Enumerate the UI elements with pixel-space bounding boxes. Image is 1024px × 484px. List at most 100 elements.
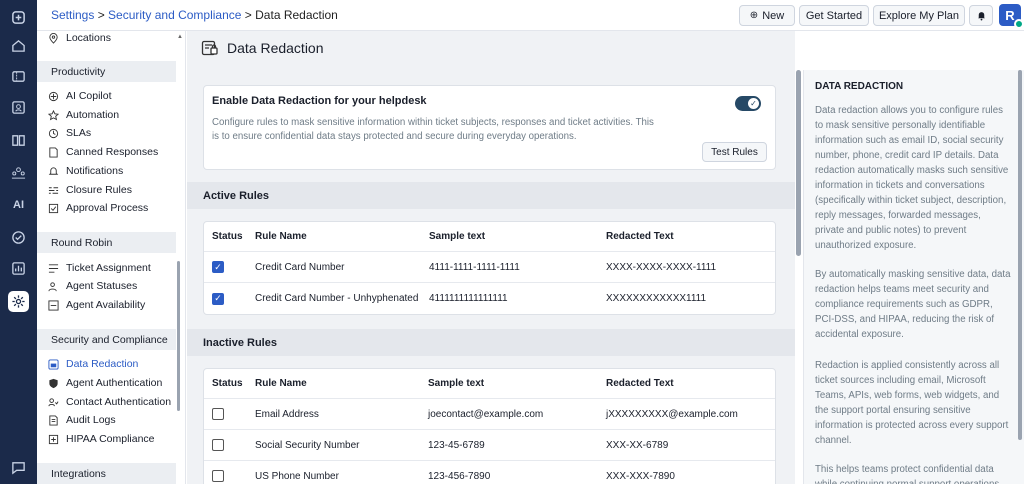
status-dot [1014, 19, 1024, 29]
sidebar-scrollbar[interactable] [177, 261, 180, 411]
ticket-icon[interactable] [8, 66, 29, 87]
breadcrumb-security[interactable]: Security and Compliance [108, 8, 241, 22]
rule-checkbox[interactable] [212, 439, 224, 451]
sidebar-item-ai-copilot[interactable]: AI Copilot [48, 88, 112, 104]
table-row: US Phone Number 123-456-7890 XXX-XXX-789… [204, 461, 775, 484]
sidebar-item-label: AI Copilot [66, 90, 112, 102]
help-paragraph: By automatically masking sensitive data,… [815, 269, 1011, 340]
sidebar-item-hipaa-compliance[interactable]: HIPAA Compliance [48, 431, 155, 447]
breadcrumb-separator: > [241, 8, 256, 22]
explore-plan-button[interactable]: Explore My Plan [873, 5, 965, 26]
bell-icon [977, 12, 985, 21]
rule-name: Credit Card Number - Unhyphenated [255, 293, 419, 304]
help-scrollbar[interactable] [1018, 70, 1022, 440]
section-title: Inactive Rules [203, 336, 277, 349]
table-header-row: Status Rule Name Sample text Redacted Te… [204, 222, 775, 252]
rule-checkbox[interactable] [212, 470, 224, 482]
rule-checkbox[interactable] [212, 408, 224, 420]
top-header: Settings > Security and Compliance > Dat… [37, 0, 1024, 31]
sidebar-item-closure-rules[interactable]: Closure Rules [48, 182, 132, 198]
card-title: Enable Data Redaction for your helpdesk [212, 95, 427, 107]
sidebar-item-label: Agent Availability [66, 299, 146, 311]
table-row: ✓ Credit Card Number - Unhyphenated 4111… [204, 283, 775, 314]
sidebar-item-slas[interactable]: SLAs [48, 125, 91, 141]
test-rules-button[interactable]: Test Rules [702, 142, 767, 162]
sidebar-item-approval-process[interactable]: Approval Process [48, 200, 148, 216]
rule-name: Email Address [255, 408, 319, 420]
test-rules-label: Test Rules [711, 146, 758, 158]
active-rules-table: Status Rule Name Sample text Redacted Te… [203, 221, 776, 315]
sample-text: 4111111111111111 [429, 293, 508, 304]
redacted-text: XXX-XX-6789 [606, 439, 669, 451]
rule-checkbox[interactable]: ✓ [212, 261, 224, 273]
new-button-label: New [762, 9, 785, 22]
bell-outline-icon [48, 166, 59, 177]
sidebar-item-label: HIPAA Compliance [66, 433, 155, 445]
sla-clock-icon [48, 128, 59, 139]
sidebar-item-canned-responses[interactable]: Canned Responses [48, 144, 158, 160]
knowledge-icon[interactable] [8, 130, 29, 151]
inactive-rules-header: Inactive Rules [187, 329, 795, 356]
breadcrumb-current: Data Redaction [255, 8, 338, 22]
logo-icon[interactable] [8, 7, 29, 28]
sidebar-item-contact-authentication[interactable]: Contact Authentication [48, 394, 171, 410]
contacts-icon[interactable] [8, 97, 29, 118]
sidebar-item-ticket-assignment[interactable]: Ticket Assignment [48, 260, 151, 276]
sidebar-item-agent-availability[interactable]: Agent Availability [48, 297, 145, 313]
plus-circle-icon: ⊕ [749, 10, 759, 21]
get-started-button[interactable]: Get Started [799, 5, 869, 26]
section-title: Active Rules [203, 189, 270, 202]
rule-name: US Phone Number [255, 470, 339, 482]
column-sample-text: Sample text [428, 378, 485, 389]
enable-redaction-toggle[interactable]: ✓ [735, 96, 761, 111]
sidebar-item-automation[interactable]: Automation [48, 107, 119, 123]
groups-icon[interactable] [8, 162, 29, 183]
avatar[interactable]: R [999, 4, 1024, 29]
sidebar-item-notifications[interactable]: Notifications [48, 163, 123, 179]
section-title: Productivity [51, 65, 106, 78]
ai-icon[interactable]: AI [8, 194, 29, 215]
page-title-text: Data Redaction [227, 40, 324, 56]
scroll-up-icon[interactable]: ▲ [177, 34, 183, 40]
sample-text: joecontact@example.com [428, 408, 544, 420]
home-icon[interactable] [8, 35, 29, 56]
rule-name: Credit Card Number [255, 261, 345, 273]
breadcrumb-separator: > [94, 8, 109, 22]
main-scrollbar-thumb[interactable] [796, 70, 801, 256]
sidebar-item-locations[interactable]: Locations [48, 31, 111, 46]
sidebar-item-label: SLAs [66, 127, 92, 139]
notifications-button[interactable] [969, 5, 993, 26]
column-sample-text: Sample text [429, 231, 486, 242]
tasks-icon[interactable] [8, 227, 29, 248]
help-paragraph: This helps teams protect confidential da… [815, 464, 1002, 484]
chat-icon[interactable] [8, 457, 29, 478]
section-productivity: Productivity [37, 61, 176, 82]
column-rule-name: Rule Name [255, 231, 307, 242]
sidebar-item-audit-logs[interactable]: Audit Logs [48, 412, 116, 428]
rule-name: Social Security Number [255, 439, 360, 451]
card-description: Configure rules to mask sensitive inform… [212, 117, 654, 142]
column-redacted-text: Redacted Text [606, 231, 674, 242]
section-integrations: Integrations [37, 463, 176, 484]
rules-list-icon [48, 185, 59, 196]
reports-icon[interactable] [8, 258, 29, 279]
rule-checkbox[interactable]: ✓ [212, 292, 224, 305]
main-scrollbar[interactable] [795, 70, 802, 484]
sidebar-item-data-redaction[interactable]: Data Redaction [48, 356, 138, 372]
contact-auth-icon [48, 397, 59, 408]
settings-icon[interactable] [8, 291, 29, 312]
sidebar-item-agent-statuses[interactable]: Agent Statuses [48, 278, 137, 294]
sidebar-item-label: Data Redaction [66, 358, 139, 370]
section-title: Integrations [51, 467, 106, 480]
help-panel: DATA REDACTION Data redaction allows you… [803, 70, 1024, 484]
breadcrumb-settings[interactable]: Settings [51, 8, 94, 22]
breadcrumb: Settings > Security and Compliance > Dat… [51, 8, 338, 22]
sample-text: 4111-1111-1111-1111 [429, 261, 520, 273]
document-icon [48, 146, 59, 158]
new-button[interactable]: ⊕ New [739, 5, 795, 26]
sidebar-item-label: Audit Logs [66, 414, 116, 426]
sample-text: 123-456-7890 [428, 470, 491, 482]
get-started-label: Get Started [805, 9, 863, 22]
sidebar-item-agent-authentication[interactable]: Agent Authentication [48, 375, 162, 391]
help-paragraph: Redaction is applied consistently across… [815, 360, 1009, 446]
